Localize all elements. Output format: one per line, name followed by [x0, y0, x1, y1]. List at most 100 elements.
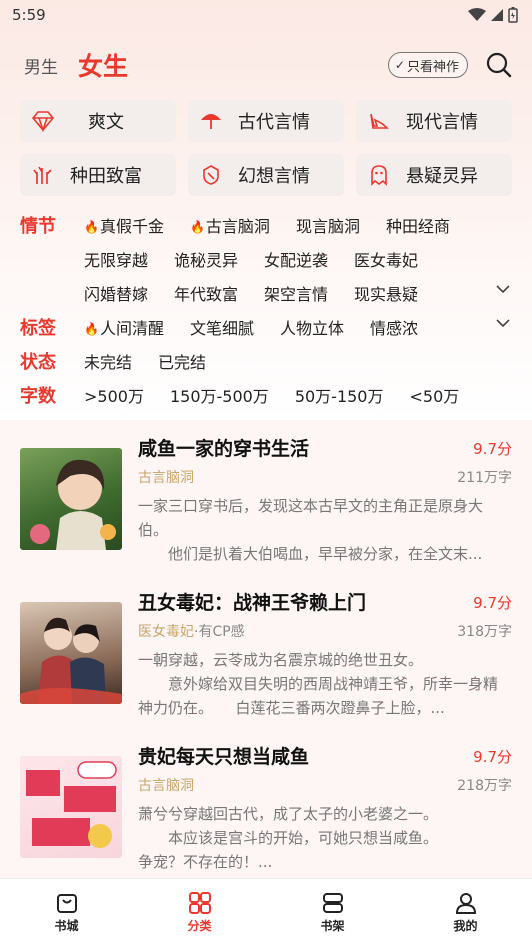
filter-row-words: 字数 >500万 150万-500万 50万-150万 <50万 — [20, 380, 532, 414]
book-item[interactable]: 贵妃每天只想当咸鱼 9.7分 古言脑洞 218万字 萧兮兮穿越回古代，成了太子的… — [20, 744, 512, 898]
filter-option[interactable]: 年代致富 — [174, 278, 238, 312]
book-score: 9.7分 — [473, 748, 512, 766]
category-fantasy-romance[interactable]: 幻想言情 — [188, 154, 344, 196]
filter-option[interactable]: 闪婚替嫁 — [84, 278, 148, 312]
signal-icon — [491, 9, 503, 21]
filter-row-plot: 情节 🔥 真假千金 🔥 古言脑洞 现言脑洞 种田经商 无限穿越 诡秘灵异 女配逆袭 医女毒妃 闪婚替… — [20, 210, 532, 312]
filter-option[interactable]: 现言脑洞 — [296, 210, 360, 244]
filter-option[interactable]: 种田经商 — [386, 210, 450, 244]
filter-option-label: 150万-500万 — [169, 387, 269, 406]
book-item[interactable]: 咸鱼一家的穿书生活 9.7分 古言脑洞 211万字 一家三口穿书后，发现这本古早… — [20, 436, 512, 590]
category-label: 现代言情 — [406, 112, 478, 133]
book-word-count: 218万字 — [457, 778, 512, 794]
book-title[interactable]: 贵妃每天只想当咸鱼 — [138, 744, 512, 770]
grid-icon — [188, 892, 211, 914]
filter-option[interactable]: 未完结 — [84, 346, 132, 380]
book-item[interactable]: 丑女毒妃：战神王爷赖上门 9.7分 医女毒妃·有CP感 318万字 一朝穿越，云… — [20, 590, 512, 744]
filter-option[interactable]: >500万 — [84, 380, 144, 414]
category-farming[interactable]: 种田致富 — [20, 154, 176, 196]
nav-label: 书架 — [320, 919, 345, 933]
tag-filter-items: 🔥 人间清醒 文笔细腻 人物立体 情感浓 — [84, 312, 494, 346]
filter-option-label: 现言脑洞 — [295, 217, 360, 236]
filter-option-label: 诡秘灵异 — [174, 251, 239, 270]
book-description: 一朝穿越，云苓成为名震京城的绝世丑女。 意外嫁给双目失明的西周战神靖王爷，所幸一… — [138, 651, 499, 717]
filter-option[interactable]: <50万 — [410, 380, 460, 414]
book-title[interactable]: 丑女毒妃：战神王爷赖上门 — [138, 590, 512, 616]
filter-option-label: 50万-150万 — [294, 387, 384, 406]
filter-option[interactable]: 🔥 真假千金 — [84, 210, 164, 244]
chevron-down-icon[interactable] — [496, 282, 510, 298]
filter-label-tags: 标签 — [20, 318, 56, 339]
filter-option[interactable]: 50万-150万 — [295, 380, 384, 414]
chevron-down-icon[interactable] — [496, 316, 510, 332]
gender-header: 男生 女生 ✓ 只看神作 — [0, 30, 532, 100]
filter-option-label: 情感浓 — [370, 319, 419, 338]
filter-label-status: 状态 — [20, 352, 56, 373]
book-cover[interactable] — [20, 448, 122, 550]
status-filter-items: 未完结 已完结 — [84, 346, 494, 380]
category-shuangwen[interactable]: 爽文 — [20, 100, 176, 142]
book-word-count: 211万字 — [457, 470, 512, 486]
cover-art — [26, 761, 117, 848]
filter-option-label: 人间清醒 — [99, 319, 164, 338]
filter-section: 情节 🔥 真假千金 🔥 古言脑洞 现言脑洞 种田经商 无限穿越 诡秘灵异 女配逆袭 医女毒妃 闪婚替… — [0, 196, 532, 414]
tab-male[interactable]: 男生 — [24, 53, 58, 78]
filter-option[interactable]: 情感浓 — [370, 312, 418, 346]
book-cover[interactable] — [20, 756, 122, 858]
filter-option[interactable]: 无限穿越 — [84, 244, 148, 278]
filter-option-label: 人物立体 — [279, 319, 344, 338]
category-label: 种田致富 — [70, 166, 142, 187]
filter-option-label: 女配逆袭 — [264, 251, 329, 270]
category-ancient-romance[interactable]: 古代言情 — [188, 100, 344, 142]
cover-art — [30, 459, 116, 550]
nav-label: 书城 — [54, 919, 79, 933]
filter-option[interactable]: 已完结 — [158, 346, 206, 380]
filter-option[interactable]: 🔥 古言脑洞 — [190, 210, 270, 244]
user-icon — [455, 893, 476, 914]
only-masterpieces-toggle[interactable]: ✓ 只看神作 — [387, 52, 468, 78]
filter-option-label: 已完结 — [158, 353, 207, 372]
filter-option-label: 古言脑洞 — [205, 217, 270, 236]
book-score: 9.7分 — [473, 594, 512, 612]
hot-flame-icon: 🔥 — [189, 220, 205, 234]
category-modern-romance[interactable]: 现代言情 — [356, 100, 512, 142]
cover-art — [20, 617, 122, 704]
store-bag-icon — [56, 894, 77, 913]
nav-bookstore[interactable]: 书城 — [0, 879, 133, 946]
filter-option-label: >500万 — [84, 387, 144, 406]
category-grid: 爽文 古代言情 现代言情 种田致富 幻想言情 悬疑灵异 — [0, 100, 532, 196]
filter-option[interactable]: 🔥 人间清醒 — [84, 312, 164, 346]
hot-flame-icon: 🔥 — [84, 220, 99, 234]
filter-option-label: 真假千金 — [99, 217, 164, 236]
bottom-navigation: 书城 分类 书架 我的 — [0, 878, 532, 946]
filter-option[interactable]: 女配逆袭 — [264, 244, 328, 278]
filter-option[interactable]: 诡秘灵异 — [174, 244, 238, 278]
nav-profile[interactable]: 我的 — [399, 879, 532, 946]
book-description: 一家三口穿书后，发现这本古早文的主角正是原身大伯。 他们是扒着大伯喝血，早早被分… — [138, 497, 484, 563]
search-icon[interactable] — [486, 52, 512, 78]
filter-option[interactable]: 150万-500万 — [170, 380, 269, 414]
category-label: 古代言情 — [238, 112, 310, 133]
status-icons — [468, 7, 518, 23]
status-bar: 5:59 — [0, 0, 532, 30]
category-suspense[interactable]: 悬疑灵异 — [356, 154, 512, 196]
book-title[interactable]: 咸鱼一家的穿书生活 — [138, 436, 512, 462]
wifi-icon — [468, 8, 486, 21]
filter-option[interactable]: 文笔细腻 — [190, 312, 254, 346]
filter-option-label: 无限穿越 — [84, 251, 149, 270]
nav-category[interactable]: 分类 — [133, 879, 266, 946]
nav-bookshelf[interactable]: 书架 — [266, 879, 399, 946]
filter-row-tags: 标签 🔥 人间清醒 文笔细腻 人物立体 情感浓 — [20, 312, 532, 346]
filter-option-label: 闪婚替嫁 — [84, 285, 149, 304]
book-subtag: ·有CP感 — [194, 624, 245, 640]
filter-option-label: 种田经商 — [385, 217, 450, 236]
tab-female[interactable]: 女生 — [78, 47, 128, 83]
book-score: 9.7分 — [473, 440, 512, 458]
book-cover[interactable] — [20, 602, 122, 704]
category-label: 幻想言情 — [238, 166, 310, 187]
filter-option[interactable]: 人物立体 — [280, 312, 344, 346]
filter-option[interactable]: 架空言情 — [264, 278, 328, 312]
filter-option[interactable]: 现实悬疑 — [354, 278, 418, 312]
book-word-count: 318万字 — [457, 624, 512, 640]
filter-option[interactable]: 医女毒妃 — [354, 244, 418, 278]
